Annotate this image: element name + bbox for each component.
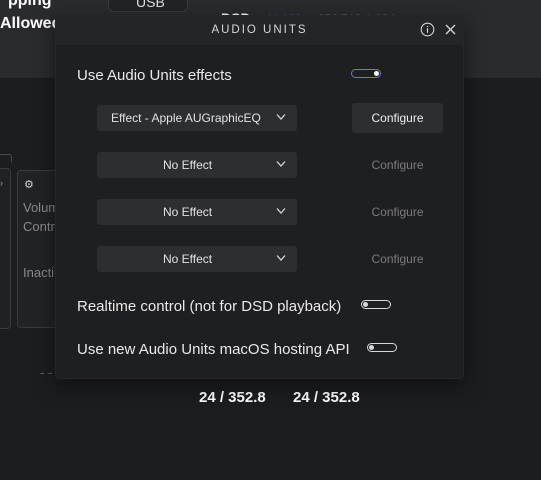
hosting-api-label: Use new Audio Units macOS hosting API <box>77 341 350 358</box>
placeholder-dash: - - <box>40 365 53 380</box>
close-icon[interactable] <box>445 24 456 35</box>
configure-button-4[interactable]: Configure <box>352 244 443 274</box>
dialog-title: AUDIO UNITS <box>211 24 308 36</box>
effect-select-1[interactable]: Effect - Apple AUGraphicEQ <box>97 105 297 131</box>
effect-select-value: Effect - Apple AUGraphicEQ <box>111 111 261 125</box>
max-rate-value-dsd: 24 / 352.8 <box>293 389 360 406</box>
use-effects-label: Use Audio Units effects <box>77 67 232 84</box>
panel-tab <box>0 154 12 162</box>
use-effects-toggle[interactable] <box>351 69 381 78</box>
effect-select-4[interactable]: No Effect <box>97 246 297 272</box>
hosting-api-toggle[interactable] <box>367 343 397 352</box>
toggle-knob <box>363 301 368 307</box>
volume-control-label: Volum <box>23 200 60 215</box>
configure-button-3[interactable]: Configure <box>352 197 443 227</box>
chevron-down-icon <box>276 114 286 120</box>
chevron-right-icon: › <box>0 178 3 188</box>
configure-button-1[interactable]: Configure <box>352 103 443 133</box>
audio-units-dialog: AUDIO UNITS Use Audio Units effects Effe… <box>56 16 463 378</box>
max-rate-value: 24 / 352.8 <box>199 389 266 406</box>
toggle-knob <box>369 344 374 350</box>
chevron-down-icon <box>276 161 286 167</box>
gear-icon[interactable]: ⚙ <box>24 178 34 191</box>
configure-button-2[interactable]: Configure <box>352 150 443 180</box>
chevron-down-icon <box>276 255 286 261</box>
allowed-label: Allowed <box>0 15 62 32</box>
effect-select-2[interactable]: No Effect <box>97 152 297 178</box>
left-device-panel <box>0 168 11 329</box>
control-label: Contr <box>23 219 55 234</box>
inactive-label: Inacti <box>23 265 55 280</box>
usb-label: USB <box>136 0 165 10</box>
realtime-control-toggle[interactable] <box>361 300 391 309</box>
effect-select-3[interactable]: No Effect <box>97 199 297 225</box>
chevron-down-icon <box>276 208 286 214</box>
realtime-control-label: Realtime control (not for DSD playback) <box>77 298 342 315</box>
effect-select-value: No Effect <box>163 205 213 219</box>
info-icon[interactable] <box>420 22 435 37</box>
mapping-label: pping <box>8 0 52 9</box>
effect-select-value: No Effect <box>163 252 213 266</box>
toggle-knob <box>374 70 379 76</box>
effect-select-value: No Effect <box>163 158 213 172</box>
